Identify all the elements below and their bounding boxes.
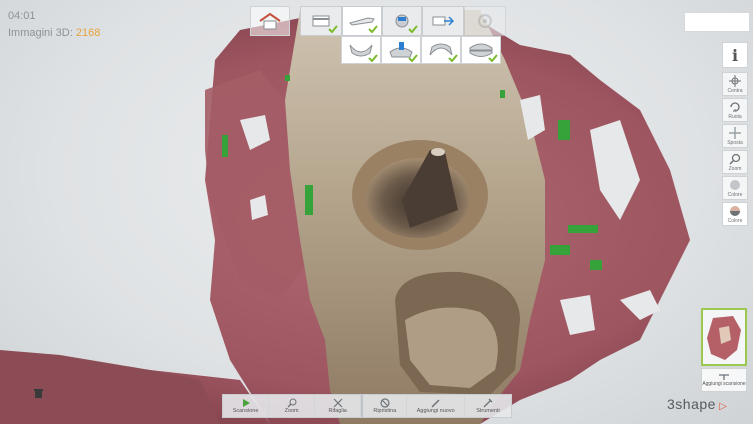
color-toggle-button-1[interactable]: Colore [722, 176, 748, 200]
check-icon [328, 25, 338, 33]
zoom-tool-icon [287, 398, 297, 407]
home-button[interactable] [250, 6, 290, 36]
rotate-icon [730, 102, 740, 112]
step-scan-button[interactable] [342, 6, 382, 36]
check-icon [368, 54, 378, 62]
add-new-button[interactable]: Aggiungi nuovo [407, 395, 465, 417]
home-icon [259, 12, 281, 30]
info-button[interactable]: i [722, 42, 748, 68]
bottom-toolbar: Scansione Zoom Rifaglia Ripristina Aggiu… [222, 394, 512, 418]
move-button[interactable]: Sposta [722, 124, 748, 148]
add-scan-icon [719, 374, 729, 380]
top-right-panel[interactable] [684, 12, 750, 32]
step-order-button[interactable] [300, 6, 342, 36]
color-sphere-icon [730, 206, 740, 216]
center-button[interactable]: Centra [722, 72, 748, 96]
step-settings-button[interactable] [464, 6, 506, 36]
check-icon [408, 25, 418, 33]
brand-logo: 3shape ▷ [667, 396, 728, 412]
magnifier-icon [729, 153, 741, 165]
jaw-thumbnail-icon [707, 316, 741, 360]
images-counter: Immagini 3D: 2168 [8, 27, 100, 39]
sub-lower-jaw[interactable] [421, 36, 461, 64]
zoom-tool-button[interactable]: Zoom [269, 395, 316, 417]
trash-icon[interactable] [34, 389, 43, 398]
scan-timer: 04:01 [8, 10, 36, 22]
move-icon [729, 127, 741, 139]
sub-upper-jaw[interactable] [341, 36, 381, 64]
scan-button[interactable]: Scansione [223, 395, 270, 417]
zoom-button[interactable]: Zoom [722, 150, 748, 174]
gum-bottom-left [0, 350, 220, 424]
sphere-icon [730, 180, 740, 190]
check-icon [408, 54, 418, 62]
reset-button[interactable]: Ripristina [361, 395, 408, 417]
rotate-button[interactable]: Ruota [722, 98, 748, 122]
step-send-button[interactable] [422, 6, 464, 36]
send-icon [432, 16, 454, 26]
check-icon [368, 25, 378, 33]
crosshair-icon [729, 75, 741, 87]
scissors-icon [333, 398, 343, 407]
tools-button[interactable]: Strumenti [465, 395, 511, 417]
scan-thumbnail[interactable] [701, 308, 747, 366]
wand-icon [431, 398, 440, 408]
trim-button[interactable]: Rifaglia [315, 395, 362, 417]
check-icon [448, 54, 458, 62]
check-icon [488, 54, 498, 62]
tools-icon [483, 398, 493, 407]
images-count: 2168 [75, 27, 101, 39]
step-analyze-button[interactable] [382, 6, 422, 36]
play-icon [242, 398, 250, 407]
settings-icon [478, 14, 492, 28]
sub-preparation[interactable] [381, 36, 421, 64]
triangle-icon: ▷ [715, 401, 728, 412]
sub-bite[interactable] [461, 36, 501, 64]
images-label: Immagini 3D: [8, 27, 73, 39]
add-scan-button[interactable]: Aggiungi scansione [701, 368, 747, 392]
no-entry-icon [380, 397, 390, 408]
color-toggle-button-2[interactable]: Colore [722, 202, 748, 226]
